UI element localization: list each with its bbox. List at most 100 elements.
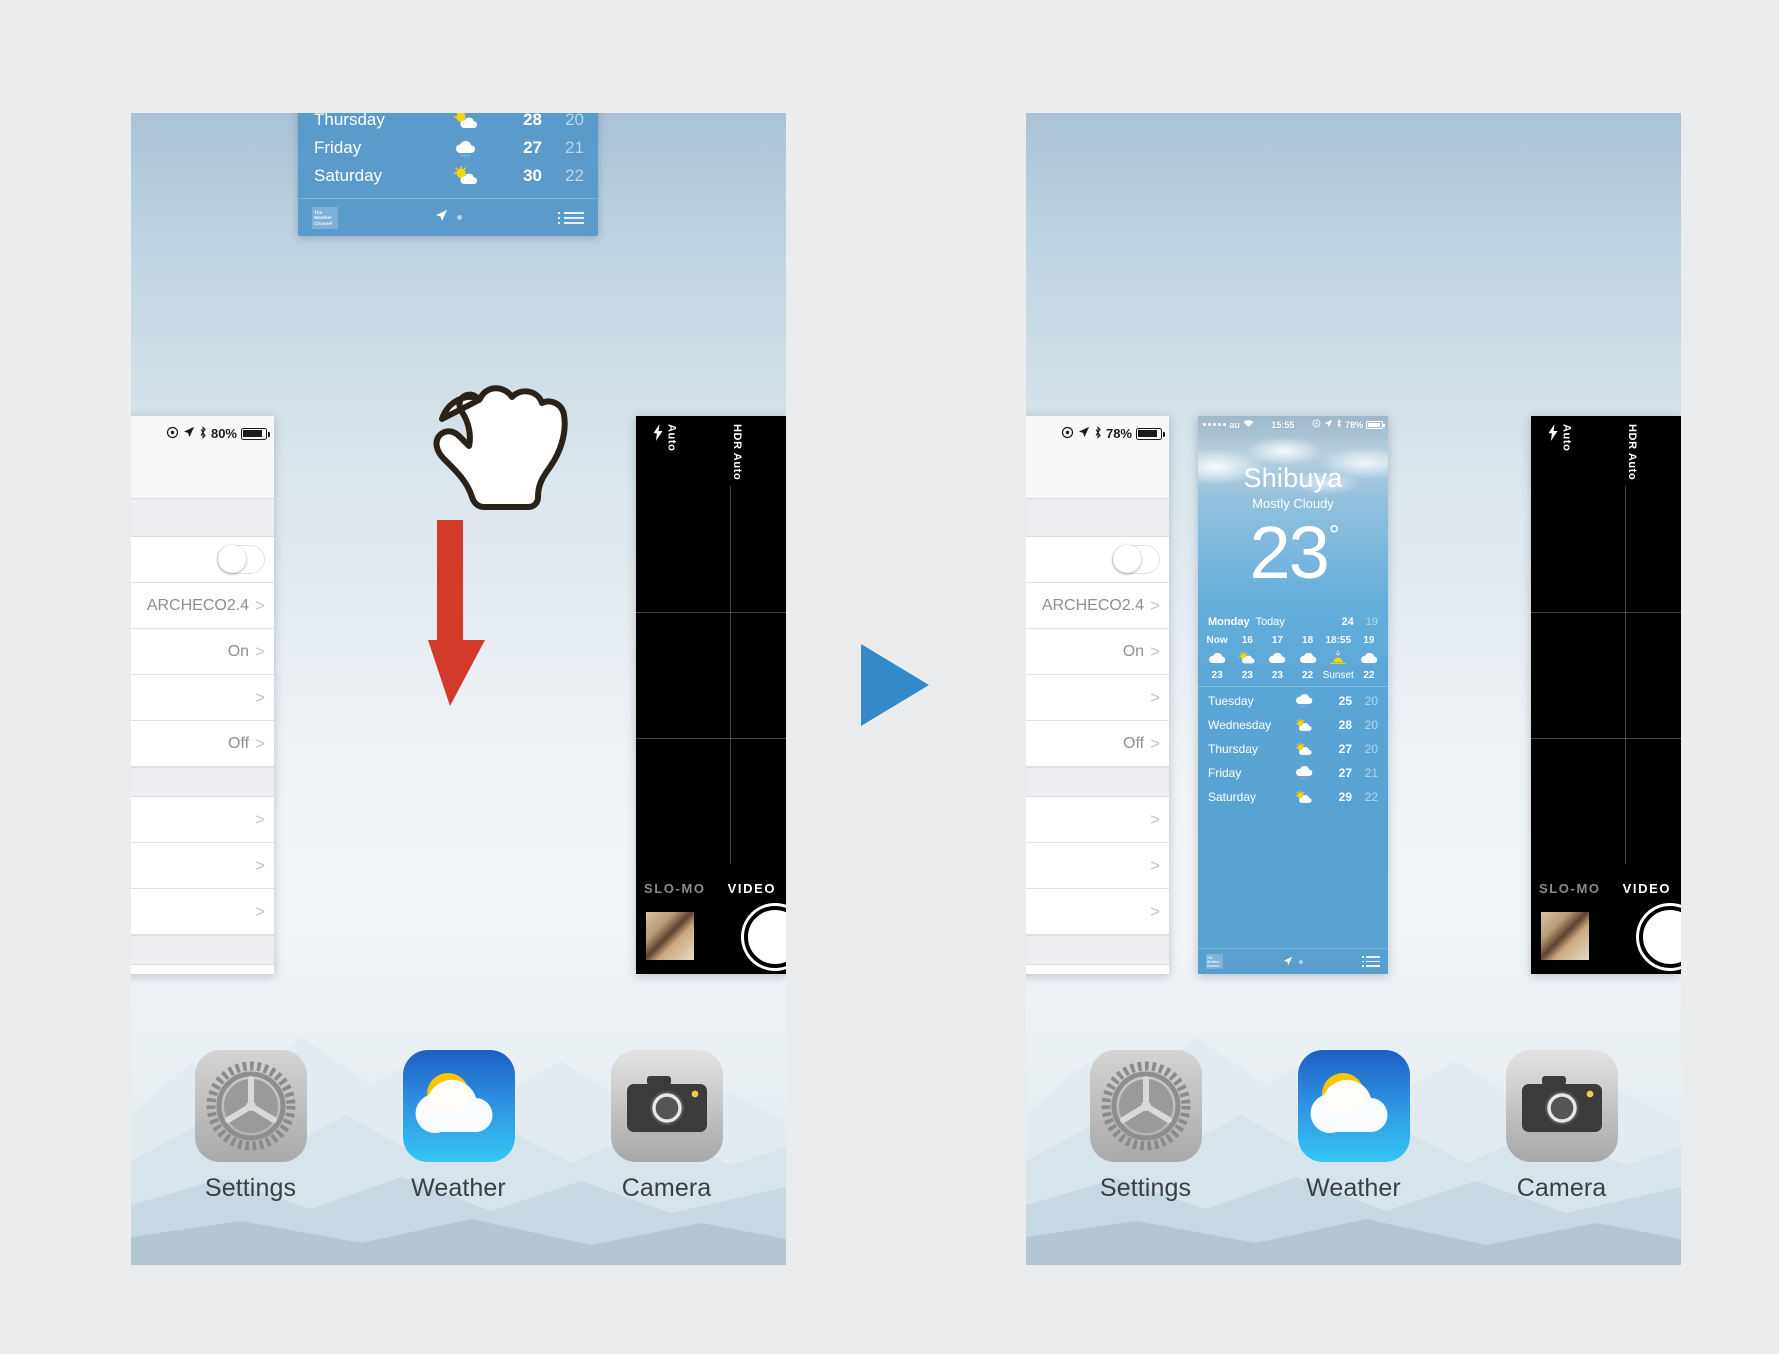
degree-symbol: ° bbox=[1328, 520, 1340, 550]
home-screen-dock: Settings Weather Camera bbox=[131, 1050, 786, 1203]
settings-section-gap bbox=[131, 767, 274, 797]
chevron-right-icon: > bbox=[255, 902, 265, 921]
camera-mode-slomo[interactable]: SLO-MO bbox=[644, 881, 706, 896]
day-name: Saturday bbox=[1208, 790, 1257, 805]
signal-dots-icon bbox=[1203, 422, 1227, 427]
weather-page-indicator bbox=[1198, 953, 1388, 971]
dock-app-camera[interactable]: Camera bbox=[1500, 1050, 1624, 1203]
weather-notification-widget[interactable]: Thursday 28 20 Friday 27 21 Saturday 30 … bbox=[298, 113, 598, 236]
dock-app-weather[interactable]: Weather bbox=[397, 1050, 521, 1203]
settings-row-bluetooth[interactable]: On > bbox=[1026, 629, 1169, 675]
dock-app-settings[interactable]: Settings bbox=[189, 1050, 313, 1203]
hdr-label[interactable]: HDR Auto bbox=[1626, 424, 1638, 480]
weather-sun-cloud-icon[interactable] bbox=[402, 1050, 515, 1162]
shutter-button[interactable] bbox=[1639, 906, 1681, 968]
camera-bottom-bar bbox=[1531, 896, 1681, 974]
camera-roll-thumbnail[interactable] bbox=[1541, 912, 1589, 960]
camera-icon[interactable] bbox=[1505, 1050, 1618, 1162]
camera-mode-slomo[interactable]: SLO-MO bbox=[1539, 881, 1601, 896]
settings-row-notifications[interactable]: > bbox=[1026, 797, 1169, 843]
weather-app-card[interactable]: au 15:55 78% Shibuya Mostly Cloudy 23° M… bbox=[1198, 416, 1388, 974]
weather-daily-list[interactable]: Tuesday 25 20 Wednesday 28 20 Thursday 2… bbox=[1198, 687, 1388, 809]
screenshot-stage: Thursday 28 20 Friday 27 21 Saturday 30 … bbox=[0, 0, 1779, 1354]
hourly-item: 17 23 bbox=[1262, 635, 1292, 681]
settings-section-gap bbox=[1026, 767, 1169, 797]
settings-row-control-center[interactable]: er > bbox=[1026, 843, 1169, 889]
camera-icon[interactable] bbox=[610, 1050, 723, 1162]
camera-grid-overlay bbox=[636, 486, 786, 864]
flash-auto-control[interactable]: Auto bbox=[1547, 424, 1573, 451]
daily-item: Wednesday 28 20 bbox=[1208, 713, 1378, 737]
camera-mode-selector[interactable]: SLO-MO VIDEO PHOTO bbox=[1531, 881, 1681, 896]
dock-label-weather: Weather bbox=[1306, 1174, 1401, 1202]
camera-mode-video[interactable]: VIDEO bbox=[1623, 881, 1671, 896]
flash-auto-control[interactable]: Auto bbox=[652, 424, 678, 451]
widget-page-indicator bbox=[298, 209, 598, 227]
hdr-label[interactable]: HDR Auto bbox=[731, 424, 743, 480]
airplane-toggle[interactable] bbox=[1112, 545, 1160, 574]
chevron-right-icon: > bbox=[255, 596, 265, 615]
chevron-right-icon: > bbox=[1150, 810, 1160, 829]
settings-row-airplane[interactable]: e bbox=[1026, 537, 1169, 583]
shutter-button[interactable] bbox=[744, 906, 786, 968]
settings-row-wifi[interactable]: ARCHECO2.4 > bbox=[1026, 583, 1169, 629]
widget-footer: The Weather Channel bbox=[298, 198, 598, 236]
bluetooth-icon bbox=[1094, 425, 1102, 442]
day-high: 27 bbox=[1338, 766, 1352, 781]
battery-icon bbox=[1136, 427, 1166, 440]
settings-row-airplane[interactable]: e bbox=[131, 537, 274, 583]
daily-item: Friday 27 21 bbox=[1208, 761, 1378, 785]
camera-bottom-bar bbox=[636, 896, 786, 974]
settings-row-wifi[interactable]: ARCHECO2.4 > bbox=[131, 583, 274, 629]
rain-cloud-icon bbox=[1282, 765, 1326, 781]
settings-status-bar: 24 80% bbox=[131, 416, 274, 451]
camera-app-content: Auto HDR Auto SLO-MO VIDEO PHOTO bbox=[636, 416, 786, 974]
weather-sun-cloud-icon[interactable] bbox=[1297, 1050, 1410, 1162]
row-value: On bbox=[1122, 642, 1145, 660]
settings-row-hotspot[interactable]: spot Off > bbox=[1026, 721, 1169, 767]
settings-section-gap bbox=[131, 935, 274, 965]
settings-row-notifications[interactable]: > bbox=[131, 797, 274, 843]
widget-forecast-row: Thursday 28 20 bbox=[298, 113, 598, 134]
sun-cloud-icon bbox=[1282, 741, 1326, 757]
settings-app-card[interactable]: 55 78% ings bbox=[1026, 416, 1169, 974]
widget-high-temp: 30 bbox=[523, 166, 542, 185]
settings-app-card[interactable]: 24 80% ings bbox=[131, 416, 274, 974]
camera-app-card[interactable]: Auto HDR Auto SLO-MO VIDEO PHOTO bbox=[636, 416, 786, 974]
settings-row-cellular[interactable]: > bbox=[1026, 675, 1169, 721]
settings-row-do-not-disturb[interactable]: rb > bbox=[1026, 889, 1169, 935]
dock-app-settings[interactable]: Settings bbox=[1084, 1050, 1208, 1203]
hourly-item: Now 23 bbox=[1202, 635, 1232, 681]
location-arrow-icon bbox=[435, 209, 448, 227]
settings-row-do-not-disturb[interactable]: rb > bbox=[131, 889, 274, 935]
settings-gear-icon[interactable] bbox=[194, 1050, 307, 1162]
dock-label-settings: Settings bbox=[1099, 1174, 1192, 1202]
weather-city-name: Shibuya bbox=[1243, 463, 1343, 493]
list-icon[interactable] bbox=[558, 211, 584, 224]
settings-gear-icon[interactable] bbox=[1089, 1050, 1202, 1162]
weather-hourly-strip[interactable]: Now 23 16 23 17 23 18 22 18:55 Sunset 19… bbox=[1198, 632, 1388, 688]
settings-row-cellular[interactable]: > bbox=[131, 675, 274, 721]
settings-row-bluetooth[interactable]: On > bbox=[131, 629, 274, 675]
dock-app-weather[interactable]: Weather bbox=[1292, 1050, 1416, 1203]
chevron-right-icon: > bbox=[255, 642, 265, 661]
day-name: Wednesday bbox=[1208, 718, 1272, 733]
settings-row-general[interactable]: > bbox=[131, 965, 274, 974]
camera-app-card[interactable]: Auto HDR Auto SLO-MO VIDEO PHOTO bbox=[1531, 416, 1681, 974]
widget-low-temp: 20 bbox=[565, 113, 584, 129]
settings-row-hotspot[interactable]: spot Off > bbox=[131, 721, 274, 767]
settings-row-control-center[interactable]: er > bbox=[131, 843, 274, 889]
chevron-right-icon: > bbox=[255, 810, 265, 829]
camera-roll-thumbnail[interactable] bbox=[646, 912, 694, 960]
camera-mode-video[interactable]: VIDEO bbox=[728, 881, 776, 896]
settings-row-general[interactable]: > bbox=[1026, 965, 1169, 974]
chevron-right-icon: > bbox=[255, 688, 265, 707]
battery-icon bbox=[1365, 420, 1385, 429]
day-name: Tuesday bbox=[1208, 694, 1254, 709]
dock-app-camera[interactable]: Camera bbox=[605, 1050, 729, 1203]
camera-mode-selector[interactable]: SLO-MO VIDEO PHOTO bbox=[636, 881, 786, 896]
airplane-toggle[interactable] bbox=[217, 545, 265, 574]
hourly-item: 19 22 bbox=[1354, 635, 1384, 681]
carrier-name: au bbox=[1229, 419, 1240, 430]
flash-icon bbox=[1547, 424, 1559, 446]
